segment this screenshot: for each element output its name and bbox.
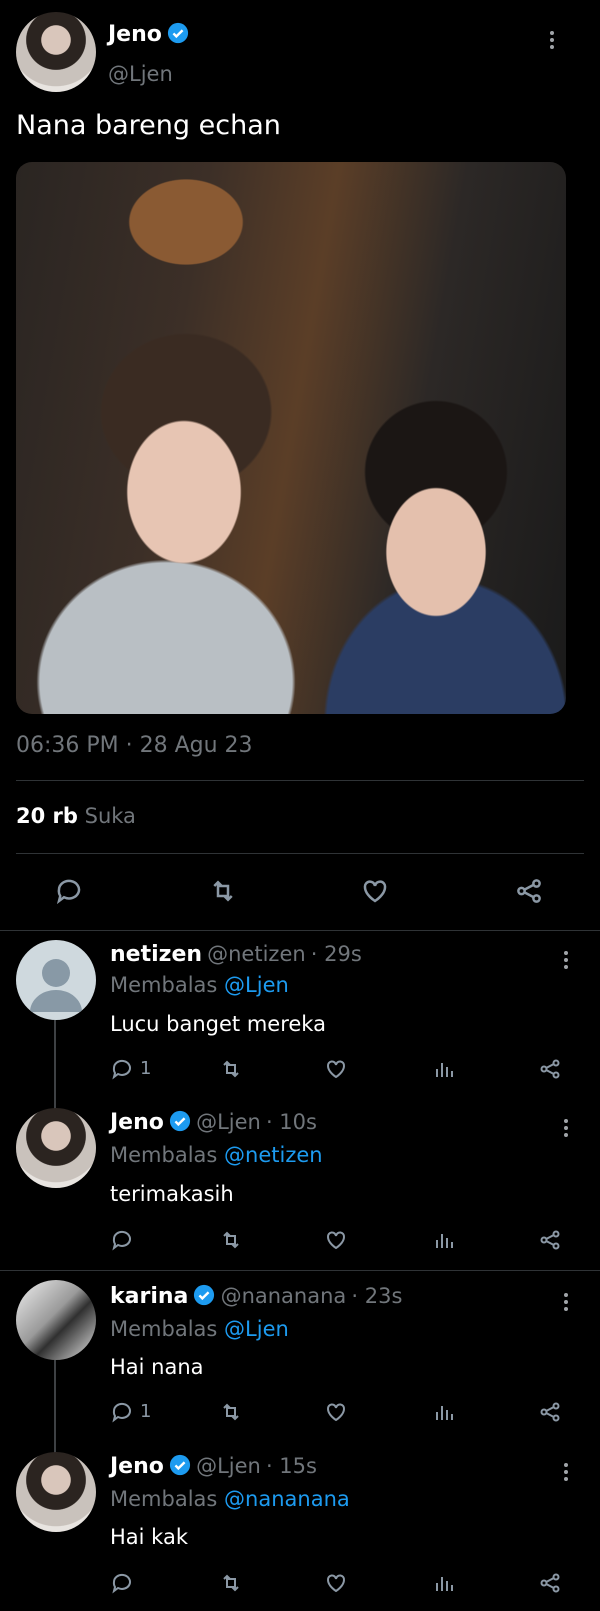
reply-time[interactable]: · 23s <box>351 1284 402 1308</box>
reply-header: karina @nananana · 23s <box>110 1284 402 1309</box>
like-icon[interactable] <box>324 1057 348 1085</box>
thread-line <box>54 1020 56 1110</box>
more-options-icon[interactable] <box>556 948 576 972</box>
author-name[interactable]: Jeno <box>108 22 162 47</box>
verified-badge-icon <box>169 1110 191 1132</box>
like-icon[interactable] <box>324 1400 348 1428</box>
reply-header: Jeno @Ljen · 15s <box>110 1454 317 1479</box>
like-icon[interactable] <box>324 1228 348 1256</box>
analytics-icon[interactable] <box>432 1228 456 1256</box>
retweet-icon[interactable] <box>218 1057 244 1085</box>
replying-prefix: Membalas <box>110 973 218 997</box>
analytics-icon[interactable] <box>432 1571 456 1599</box>
reply-name[interactable]: karina <box>110 1284 188 1309</box>
reply-name[interactable]: Jeno <box>110 1454 164 1479</box>
replying-prefix: Membalas <box>110 1317 218 1341</box>
share-icon[interactable] <box>538 1228 562 1256</box>
reply-name[interactable]: netizen <box>110 942 202 967</box>
retweet-icon[interactable] <box>218 1571 244 1599</box>
more-options-icon[interactable] <box>556 1290 576 1314</box>
analytics-icon[interactable] <box>432 1057 456 1085</box>
reply-text: Lucu banget mereka <box>110 1012 326 1036</box>
likes-label: Suka <box>84 804 136 828</box>
reply-avatar[interactable] <box>16 1108 96 1188</box>
divider <box>16 780 584 781</box>
reply-text: Hai nana <box>110 1355 204 1379</box>
share-icon[interactable] <box>538 1057 562 1085</box>
replying-to: Membalas @Ljen <box>110 1317 289 1341</box>
replying-to: Membalas @Ljen <box>110 973 289 997</box>
author-handle[interactable]: @Ljen <box>108 62 173 86</box>
reply-handle[interactable]: @Ljen <box>196 1110 261 1134</box>
verified-badge-icon <box>169 1454 191 1476</box>
replying-to-link[interactable]: @nananana <box>224 1487 350 1511</box>
likes-count: 20 rb <box>16 804 78 828</box>
reply-handle[interactable]: @nananana <box>221 1284 347 1308</box>
reply-handle[interactable]: @netizen <box>207 942 306 966</box>
more-options-icon[interactable] <box>542 28 562 52</box>
tweet-timestamp[interactable]: 06:36 PM · 28 Agu 23 <box>16 733 253 758</box>
retweet-icon[interactable] <box>207 876 239 910</box>
reply-handle[interactable]: @Ljen <box>196 1454 261 1478</box>
like-icon[interactable] <box>324 1571 348 1599</box>
reply-count: 1 <box>140 1058 152 1079</box>
verified-badge-icon <box>194 1284 215 1306</box>
replying-prefix: Membalas <box>110 1487 218 1511</box>
retweet-icon[interactable] <box>218 1228 244 1256</box>
reply-icon[interactable] <box>110 1228 134 1256</box>
more-options-icon[interactable] <box>556 1116 576 1140</box>
reply-count: 1 <box>140 1401 152 1422</box>
reply-text: Hai kak <box>110 1525 188 1549</box>
replying-prefix: Membalas <box>110 1143 218 1167</box>
divider <box>0 1270 600 1271</box>
retweet-icon[interactable] <box>218 1400 244 1428</box>
reply-avatar[interactable] <box>16 1280 96 1360</box>
likes-stat[interactable]: 20 rb Suka <box>16 804 136 828</box>
verified-badge-icon <box>167 22 189 44</box>
thread-line <box>54 1360 56 1455</box>
replying-to-link[interactable]: @netizen <box>224 1143 323 1167</box>
author-name-row: Jeno <box>108 22 189 47</box>
reply-icon[interactable] <box>110 1057 134 1085</box>
reply-name[interactable]: Jeno <box>110 1110 164 1135</box>
replying-to-link[interactable]: @Ljen <box>224 1317 289 1341</box>
reply-time[interactable]: · 29s <box>311 942 362 966</box>
like-icon[interactable] <box>360 876 390 910</box>
divider <box>0 930 600 931</box>
reply-icon[interactable] <box>110 1400 134 1428</box>
reply-avatar[interactable] <box>16 1452 96 1532</box>
reply-icon[interactable] <box>54 876 84 910</box>
analytics-icon[interactable] <box>432 1400 456 1428</box>
reply-header: Jeno @Ljen · 10s <box>110 1110 317 1135</box>
replying-to-link[interactable]: @Ljen <box>224 973 289 997</box>
author-avatar[interactable] <box>16 12 96 92</box>
replying-to: Membalas @nananana <box>110 1487 350 1511</box>
replying-to: Membalas @netizen <box>110 1143 323 1167</box>
tweet-text: Nana bareng echan <box>16 110 281 141</box>
reply-time[interactable]: · 15s <box>266 1454 317 1478</box>
reply-text: terimakasih <box>110 1182 234 1206</box>
tweet-photo[interactable] <box>16 162 566 714</box>
reply-avatar[interactable] <box>16 940 96 1020</box>
reply-header: netizen @netizen · 29s <box>110 942 362 967</box>
share-icon[interactable] <box>514 876 544 910</box>
reply-time[interactable]: · 10s <box>266 1110 317 1134</box>
default-profile-icon <box>30 959 82 1012</box>
share-icon[interactable] <box>538 1400 562 1428</box>
reply-icon[interactable] <box>110 1571 134 1599</box>
share-icon[interactable] <box>538 1571 562 1599</box>
divider <box>16 853 584 854</box>
more-options-icon[interactable] <box>556 1460 576 1484</box>
